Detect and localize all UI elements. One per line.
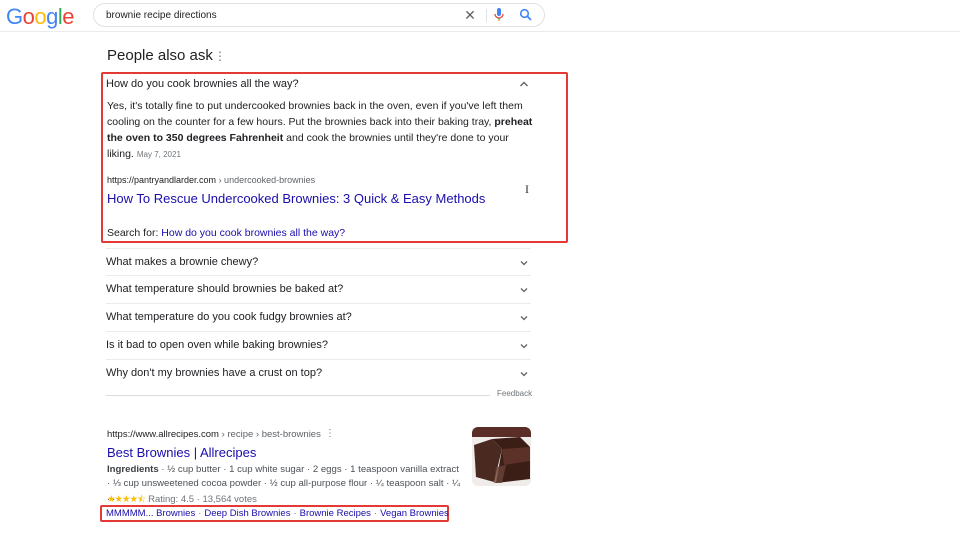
sitelinks: MMMMM... Brownies · Deep Dish Brownies · Bro… — [106, 508, 449, 519]
chevron-down-icon — [520, 372, 528, 377]
paa-question[interactable]: Is it bad to open oven while baking brow… — [106, 332, 531, 360]
separator: · — [373, 508, 378, 519]
star-rating-icon: ★★★★⯪ — [107, 494, 146, 505]
sitelink[interactable]: Brownie Recipes — [300, 508, 371, 519]
search-icon[interactable] — [518, 7, 534, 23]
rating-text: Rating: 4.5 · 13,564 votes — [148, 494, 257, 505]
chevron-down-icon — [520, 316, 528, 321]
divider — [106, 395, 490, 396]
search-for: Search for: How do you cook brownies all… — [107, 227, 345, 239]
separator: · — [293, 508, 297, 519]
logo-letter: G — [6, 4, 23, 29]
result-thumbnail[interactable] — [472, 427, 531, 486]
google-logo[interactable]: Google — [6, 4, 75, 30]
search-for-link[interactable]: How do you cook brownies all the way? — [161, 227, 345, 239]
sitelink[interactable]: Deep Dish Brownies — [204, 508, 290, 519]
text-cursor-icon: I — [525, 182, 529, 196]
divider — [486, 9, 487, 22]
search-for-label: Search for: — [107, 227, 162, 239]
question-text: Why don't my brownies have a crust on to… — [106, 367, 323, 379]
search-header: Google ✕ — [0, 0, 960, 32]
separator: · — [198, 508, 202, 519]
source-domain: https://pantryandlarder.com — [107, 175, 217, 185]
more-options-icon[interactable]: ⋮ — [325, 428, 335, 439]
chevron-down-icon — [520, 344, 528, 349]
chevron-up-icon[interactable] — [518, 78, 530, 90]
logo-letter: g — [46, 4, 58, 29]
chevron-down-icon — [520, 261, 528, 266]
paa-question-expanded[interactable]: How do you cook brownies all the way? — [106, 78, 299, 90]
paa-question[interactable]: What temperature should brownies be bake… — [106, 276, 531, 304]
question-text: What temperature should brownies be bake… — [106, 283, 344, 295]
logo-letter: o — [22, 4, 35, 29]
logo-letter: o — [34, 4, 47, 29]
paa-question[interactable]: What makes a brownie chewy? — [106, 248, 531, 276]
question-text: What makes a brownie chewy? — [106, 256, 259, 268]
search-box: ✕ — [93, 3, 545, 27]
paa-question-list: What makes a brownie chewy? What tempera… — [106, 248, 531, 388]
sitelink[interactable]: Vegan Brownies — [380, 508, 449, 519]
more-options-icon[interactable]: ⋮ — [214, 49, 226, 63]
search-input[interactable] — [106, 7, 446, 23]
source-breadcrumb: › undercooked-brownies — [216, 175, 316, 185]
paa-answer: Yes, it's totally fine to put undercooke… — [107, 98, 535, 163]
snippet-label: Ingredients — [107, 464, 159, 475]
question-text: Is it bad to open oven while baking brow… — [106, 339, 328, 351]
source-title-link[interactable]: How To Rescue Undercooked Brownies: 3 Qu… — [107, 191, 485, 206]
logo-letter: e — [62, 4, 75, 29]
source-url[interactable]: https://pantryandlarder.com › undercooke… — [107, 175, 315, 185]
answer-text: Yes, it's totally fine to put undercooke… — [107, 100, 523, 128]
brownie-image-icon — [472, 427, 531, 486]
result-url[interactable]: https://www.allrecipes.com › recipe › be… — [107, 429, 321, 440]
paa-heading: People also ask — [107, 47, 213, 64]
paa-question[interactable]: Why don't my brownies have a crust on to… — [106, 360, 531, 388]
feedback-link[interactable]: Feedback — [497, 389, 532, 398]
answer-date: May 7, 2021 — [136, 150, 181, 159]
result-title-link[interactable]: Best Brownies | Allrecipes — [107, 445, 256, 460]
result-breadcrumb: › recipe › best-brownies — [218, 429, 321, 440]
question-text: What temperature do you cook fudgy brown… — [106, 311, 352, 323]
close-icon[interactable]: ✕ — [462, 7, 478, 23]
paa-question[interactable]: What temperature do you cook fudgy brown… — [106, 304, 531, 332]
sitelink[interactable]: MMMMM... Brownies — [106, 508, 195, 519]
result-domain: https://www.allrecipes.com — [107, 429, 219, 440]
chevron-down-icon — [520, 288, 528, 293]
mic-icon[interactable] — [492, 7, 506, 23]
